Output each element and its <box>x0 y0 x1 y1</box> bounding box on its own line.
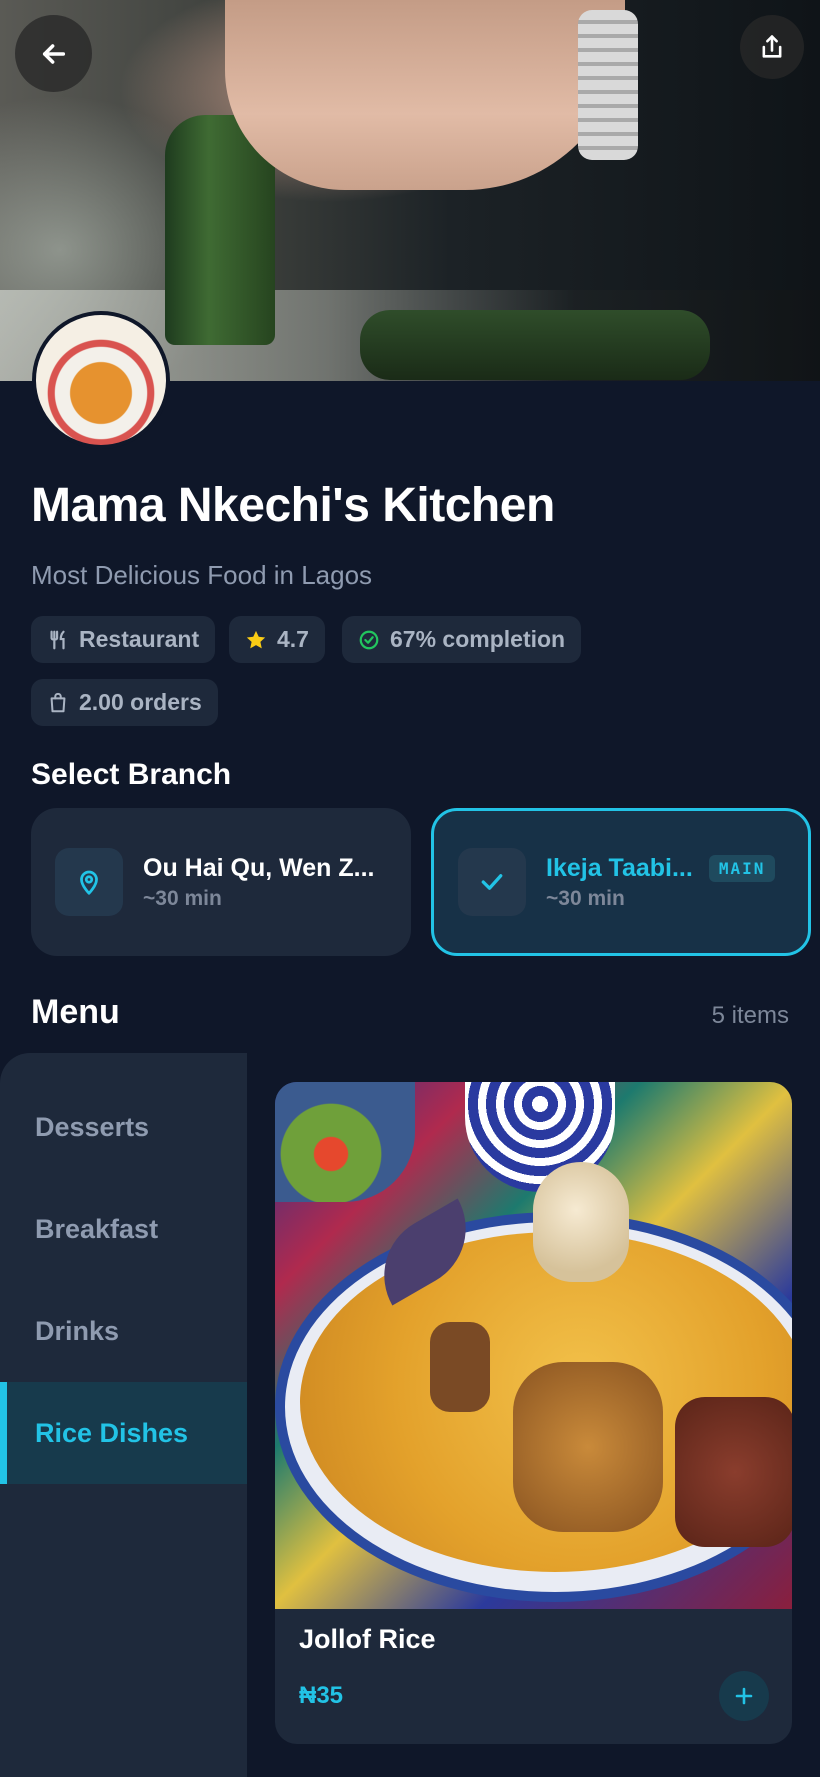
shopping-bag-icon <box>50 692 66 712</box>
branch-time: ~30 min <box>546 886 625 910</box>
category-sidebar: Desserts Breakfast Drinks Rice Dishes <box>0 1053 247 1777</box>
type-chip-label: Restaurant <box>79 626 200 652</box>
rating-chip: 4.7 <box>229 616 325 663</box>
menu-title: Menu <box>31 993 120 1031</box>
orders-chip: 2.00 orders <box>31 679 218 726</box>
category-breakfast[interactable]: Breakfast <box>0 1178 247 1280</box>
utensils-icon <box>50 630 65 649</box>
food-name: Jollof Rice <box>299 1624 436 1654</box>
menu-item-card[interactable]: Jollof Rice ₦35 <box>275 1082 792 1744</box>
branch-card[interactable]: Ou Hai Qu, Wen Z... ~30 min <box>31 808 411 956</box>
orders-chip-label: 2.00 orders <box>79 689 202 715</box>
completion-chip: 67% completion <box>342 616 582 663</box>
category-rice-dishes[interactable]: Rice Dishes <box>0 1382 247 1484</box>
back-button[interactable] <box>15 15 92 92</box>
branch-name: Ou Hai Qu, Wen Z... <box>143 853 375 882</box>
star-icon <box>246 630 266 648</box>
restaurant-avatar <box>32 311 170 449</box>
restaurant-tagline: Most Delicious Food in Lagos <box>31 560 373 590</box>
select-branch-title: Select Branch <box>31 758 232 791</box>
food-image <box>275 1082 792 1609</box>
check-circle-icon <box>359 630 379 649</box>
branch-name: Ikeja Taabi... <box>546 853 693 882</box>
main-branch-badge: MAIN <box>708 854 776 882</box>
category-drinks[interactable]: Drinks <box>0 1280 247 1382</box>
menu-items-count: 5 items <box>711 1002 789 1029</box>
restaurant-name: Mama Nkechi's Kitchen <box>31 479 555 532</box>
category-desserts[interactable]: Desserts <box>0 1076 247 1178</box>
share-button[interactable] <box>740 15 804 79</box>
map-pin-icon <box>80 870 98 895</box>
branch-time: ~30 min <box>143 886 222 910</box>
share-icon <box>762 35 782 58</box>
branch-icon-box <box>458 848 526 916</box>
food-price: ₦35 <box>299 1682 344 1709</box>
check-icon <box>481 874 503 890</box>
plus-icon <box>735 1687 753 1705</box>
type-chip: Restaurant <box>31 616 216 663</box>
branch-card-selected[interactable]: Ikeja Taabi... MAIN ~30 min <box>431 808 811 956</box>
arrow-left-icon <box>42 43 65 64</box>
add-to-cart-button[interactable] <box>719 1671 769 1721</box>
rating-chip-label: 4.7 <box>277 626 309 652</box>
completion-chip-label: 67% completion <box>390 626 566 652</box>
branch-icon-box <box>55 848 123 916</box>
